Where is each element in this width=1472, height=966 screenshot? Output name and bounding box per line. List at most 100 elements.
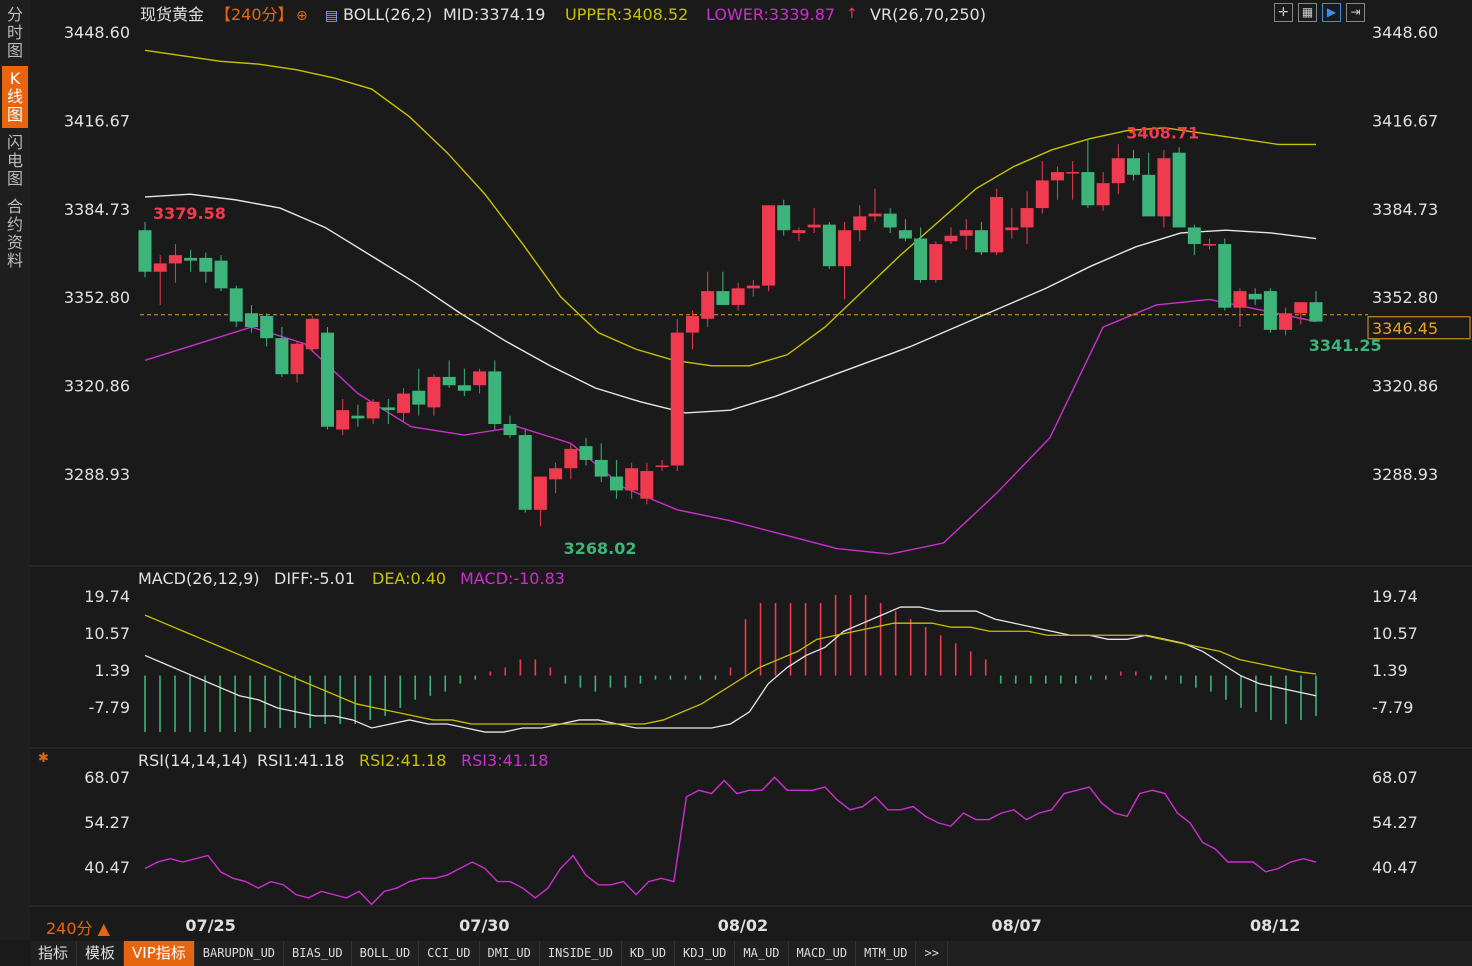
- candle-body: [412, 390, 426, 405]
- rsi-tick-label: 54.27: [1372, 813, 1418, 832]
- candle-body: [168, 255, 182, 264]
- candle-body: [594, 459, 608, 477]
- macd-tick-label: 1.39: [1372, 661, 1408, 680]
- candle-body: [929, 244, 943, 281]
- boll-lower: LOWER:3339.87: [706, 5, 835, 24]
- extreme-price-label: 3268.02: [564, 539, 637, 558]
- tab-cci-ud[interactable]: CCI_UD: [419, 941, 480, 966]
- candle-body: [397, 393, 411, 413]
- candle-body: [1096, 183, 1110, 206]
- tab-vip[interactable]: VIP指标: [124, 941, 195, 966]
- price-tick-label: 3288.93: [64, 465, 130, 484]
- candle-body: [914, 238, 928, 281]
- candle-body: [959, 230, 973, 236]
- boll-label: BOLL(26,2): [343, 5, 432, 24]
- macd-tick-label: 10.57: [1372, 624, 1418, 643]
- candle-body: [1294, 302, 1308, 314]
- tab-[interactable]: >>: [916, 941, 948, 966]
- grid-tool-icon[interactable]: ▦: [1298, 3, 1317, 22]
- tab-ma-ud[interactable]: MA_UD: [735, 941, 789, 966]
- candle-body: [1111, 158, 1125, 184]
- macd-diff: DIFF:-5.01: [274, 569, 355, 588]
- candle-body: [184, 257, 198, 261]
- tab-inside-ud[interactable]: INSIDE_UD: [540, 941, 622, 966]
- boll-mid: MID:3374.19: [443, 5, 545, 24]
- rsi2-value: RSI2:41.18: [359, 751, 446, 770]
- rsi-tick-label: 54.27: [84, 813, 130, 832]
- candle-body: [701, 291, 715, 319]
- candle-body: [153, 263, 167, 272]
- tab-kd-ud[interactable]: KD_UD: [622, 941, 676, 966]
- candle-body: [503, 423, 517, 436]
- tab-[interactable]: 指标: [30, 941, 78, 966]
- tab-kdj-ud[interactable]: KDJ_UD: [675, 941, 736, 966]
- candle-body: [807, 224, 821, 228]
- play-tool-icon[interactable]: ▶: [1322, 3, 1341, 22]
- candle-body: [275, 338, 289, 375]
- x-axis-date-label: 08/07: [991, 916, 1041, 935]
- candle-body: [579, 446, 593, 460]
- candle-body: [244, 313, 258, 328]
- candle-body: [838, 230, 852, 267]
- macd-value: MACD:-10.83: [460, 569, 565, 588]
- extreme-price-label: 3379.58: [153, 204, 226, 223]
- macd-label: MACD(26,12,9): [138, 569, 260, 588]
- step-tool-icon[interactable]: ⇥: [1346, 3, 1365, 22]
- candle-body: [320, 332, 334, 427]
- candle-body: [640, 471, 654, 499]
- boll-upper: UPPER:3408.52: [565, 5, 688, 24]
- rsi1-value: RSI1:41.18: [257, 751, 344, 770]
- candle-body: [229, 288, 243, 322]
- candle-body: [138, 230, 152, 272]
- candle-body: [533, 476, 547, 510]
- candle-body: [381, 407, 395, 411]
- candle-body: [1279, 313, 1293, 330]
- macd-tick-label: 19.74: [84, 587, 130, 606]
- candle-body: [305, 318, 319, 350]
- macd-tick-label: -7.79: [89, 698, 130, 717]
- candle-body: [609, 476, 623, 491]
- candle-body: [1263, 291, 1277, 330]
- tab-boll-ud[interactable]: BOLL_UD: [352, 941, 420, 966]
- candle-body: [670, 332, 684, 466]
- period-selector[interactable]: 240分 ▲: [46, 919, 111, 938]
- candle-body: [883, 213, 897, 228]
- arrow-up-icon: ↑: [846, 6, 858, 22]
- tab-bias-ud[interactable]: BIAS_UD: [284, 941, 352, 966]
- candle-body: [1172, 152, 1186, 228]
- candle-body: [518, 435, 532, 510]
- crosshair-icon: ✱: [38, 751, 49, 766]
- price-tick-label: 3448.60: [1372, 23, 1438, 42]
- candle-body: [442, 376, 456, 386]
- rsi-tick-label: 68.07: [1372, 768, 1418, 787]
- candle-body: [214, 260, 228, 289]
- price-tick-label: 3384.73: [1372, 200, 1438, 219]
- price-tick-label: 3448.60: [64, 23, 130, 42]
- crosshair-tool-icon[interactable]: ✛: [1274, 3, 1293, 22]
- candle-body: [1005, 227, 1019, 231]
- tab-[interactable]: 模板: [77, 941, 125, 966]
- candle-body: [473, 371, 487, 386]
- candle-body: [549, 468, 563, 480]
- candle-body: [685, 316, 699, 333]
- extreme-price-label: 3408.71: [1126, 123, 1199, 142]
- indicator-tab-bar: 指标 模板 VIP指标 BARUPDN_UD BIAS_UD BOLL_UD CCI_UD D…: [30, 941, 1472, 966]
- candle-body: [260, 316, 274, 339]
- price-tick-label: 3288.93: [1372, 465, 1438, 484]
- candle-body: [564, 448, 578, 469]
- x-axis-date-label: 07/30: [459, 916, 509, 935]
- tab-dmi-ud[interactable]: DMI_UD: [480, 941, 540, 966]
- chart-type-icon: ▤: [325, 8, 338, 24]
- macd-dea: DEA:0.40: [372, 569, 446, 588]
- candle-body: [762, 205, 776, 286]
- tab-barupdn-ud[interactable]: BARUPDN_UD: [195, 941, 285, 966]
- candle-body: [746, 285, 760, 289]
- candle-body: [990, 196, 1004, 253]
- tab-mtm-ud[interactable]: MTM_UD: [856, 941, 917, 966]
- price-tick-label: 3384.73: [64, 200, 130, 219]
- tab-macd-ud[interactable]: MACD_UD: [789, 941, 857, 966]
- rsi-label: RSI(14,14,14): [138, 751, 248, 770]
- candle-body: [974, 230, 988, 253]
- candle-body: [1309, 302, 1323, 322]
- kline-chart[interactable]: 现货黄金 【240分】 ⊕ ▤ BOLL(26,2) MID:3374.19 U…: [0, 0, 1472, 940]
